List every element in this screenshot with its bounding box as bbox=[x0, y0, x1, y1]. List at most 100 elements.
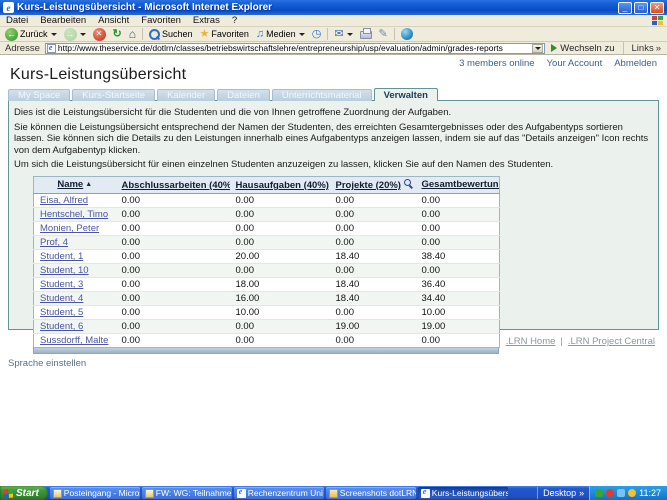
student-link[interactable]: Prof, 4 bbox=[40, 237, 68, 248]
back-dropdown-icon[interactable] bbox=[51, 33, 57, 36]
tab-dateien[interactable]: Dateien bbox=[217, 89, 270, 101]
tray-icon[interactable] bbox=[617, 489, 625, 497]
address-dropdown-button[interactable] bbox=[532, 44, 543, 53]
table-row: Student, 4 0.00 16.00 18.40 34.40 bbox=[34, 291, 500, 305]
grade-cell: 0.00 bbox=[330, 333, 416, 347]
menu-item-ansicht[interactable]: Ansicht bbox=[92, 15, 135, 26]
tray-icon[interactable] bbox=[628, 489, 636, 497]
minimize-button[interactable] bbox=[618, 2, 632, 14]
instruction-line: Um sich die Leistungsübersicht für einen… bbox=[14, 159, 650, 171]
taskbar-task-mail-message[interactable]: FW: WG: Teilnahme v... bbox=[142, 487, 232, 499]
media-dropdown-icon[interactable] bbox=[299, 33, 305, 36]
print-button[interactable] bbox=[357, 27, 375, 41]
column-header-gesamtbewertung[interactable]: Gesamtbewertung bbox=[416, 176, 500, 193]
desktop-toolbar[interactable]: Desktop » bbox=[537, 487, 589, 499]
search-button[interactable]: Suchen bbox=[146, 27, 196, 41]
home-icon bbox=[129, 28, 136, 41]
grade-cell: 0.00 bbox=[116, 277, 230, 291]
student-link[interactable]: Student, 3 bbox=[40, 279, 83, 290]
start-button[interactable]: Start bbox=[0, 486, 48, 500]
taskbar-task-kurs-leistungsuebersicht[interactable]: Kurs-Leistungsübersic... bbox=[418, 487, 508, 499]
windows-flag-icon bbox=[4, 488, 13, 498]
grade-cell: 18.40 bbox=[330, 277, 416, 291]
toolbar-separator bbox=[394, 28, 395, 40]
tray-icon[interactable] bbox=[606, 489, 614, 497]
tab-my-space[interactable]: My Space bbox=[8, 89, 70, 101]
ie-app-icon bbox=[421, 489, 430, 498]
back-button[interactable]: Zurück bbox=[2, 27, 60, 41]
portal-footer: .LRN Home | .LRN Project Central bbox=[506, 336, 655, 347]
home-button[interactable] bbox=[126, 27, 139, 41]
maximize-button[interactable] bbox=[634, 2, 648, 14]
student-link[interactable]: Student, 10 bbox=[40, 265, 89, 276]
student-link[interactable]: Eisa, Alfred bbox=[40, 195, 88, 206]
messenger-button[interactable] bbox=[398, 27, 416, 41]
student-link[interactable]: Student, 6 bbox=[40, 321, 83, 332]
history-button[interactable] bbox=[309, 27, 325, 41]
logout-link[interactable]: Abmelden bbox=[614, 58, 657, 69]
mail-dropdown-icon[interactable] bbox=[347, 33, 353, 36]
lrn-project-central-link[interactable]: .LRN Project Central bbox=[568, 336, 655, 347]
column-header-hausaufgaben[interactable]: Hausaufgaben (40%) bbox=[230, 176, 330, 193]
grade-cell: 0.00 bbox=[116, 319, 230, 333]
details-magnifier-icon[interactable] bbox=[404, 179, 414, 189]
go-button[interactable]: Wechseln zu bbox=[548, 43, 617, 54]
favorites-button[interactable]: Favoriten bbox=[197, 27, 252, 41]
tab-kalender[interactable]: Kalender bbox=[157, 89, 215, 101]
tab-verwalten[interactable]: Verwalten bbox=[374, 88, 438, 101]
student-link[interactable]: Student, 5 bbox=[40, 307, 83, 318]
refresh-button[interactable] bbox=[110, 27, 125, 41]
grade-cell: 0.00 bbox=[116, 305, 230, 319]
address-input[interactable] bbox=[58, 44, 530, 53]
edit-button[interactable] bbox=[376, 27, 391, 41]
refresh-icon bbox=[113, 29, 122, 40]
column-header-abschlussarbeiten[interactable]: Abschlussarbeiten (40%) bbox=[116, 176, 230, 193]
language-settings-link[interactable]: Sprache einstellen bbox=[8, 358, 86, 369]
go-icon bbox=[551, 44, 557, 52]
forward-dropdown-icon[interactable] bbox=[80, 33, 86, 36]
grade-cell: 19.00 bbox=[330, 319, 416, 333]
print-icon bbox=[360, 31, 372, 39]
taskbar-task-outlook[interactable]: Posteingang - Micros... bbox=[50, 487, 140, 499]
close-button[interactable] bbox=[650, 2, 664, 14]
clock[interactable]: 11:27 bbox=[639, 488, 661, 498]
student-link[interactable]: Student, 4 bbox=[40, 293, 83, 304]
browser-toolbar: Zurück Suchen Favoriten Medien bbox=[0, 27, 667, 42]
links-label: Links bbox=[632, 43, 654, 54]
grade-cell: 38.40 bbox=[416, 249, 500, 263]
student-link[interactable]: Hentschel, Timo bbox=[40, 209, 108, 220]
tab-kurs-startseite[interactable]: Kurs-Startseite bbox=[72, 89, 155, 101]
forward-button[interactable] bbox=[61, 27, 89, 41]
stop-button[interactable] bbox=[90, 27, 109, 41]
portal-tabs: My Space Kurs-Startseite Kalender Dateie… bbox=[8, 88, 438, 101]
taskbar-task-rechenzentrum[interactable]: Rechenzentrum Uni K... bbox=[234, 487, 324, 499]
your-account-link[interactable]: Your Account bbox=[547, 58, 603, 69]
column-header-projekte[interactable]: Projekte (20%) bbox=[330, 176, 416, 193]
desktop-chevron-icon: » bbox=[579, 488, 584, 498]
menu-item-bearbeiten[interactable]: Bearbeiten bbox=[34, 15, 92, 26]
grade-cell: 10.00 bbox=[230, 305, 330, 319]
menu-item-favoriten[interactable]: Favoriten bbox=[135, 15, 187, 26]
go-label: Wechseln zu bbox=[560, 43, 614, 54]
student-link[interactable]: Sussdorff, Malte bbox=[40, 335, 108, 346]
forward-icon bbox=[64, 28, 77, 41]
student-link[interactable]: Monien, Peter bbox=[40, 223, 99, 234]
menu-item-help[interactable]: ? bbox=[226, 15, 243, 26]
links-toolbar[interactable]: Links » bbox=[629, 43, 664, 54]
media-button[interactable]: Medien bbox=[253, 27, 308, 41]
taskbar-task-screenshots[interactable]: Screenshots dotLRN... bbox=[326, 487, 416, 499]
lrn-home-link[interactable]: .LRN Home bbox=[506, 336, 556, 347]
members-online-link[interactable]: 3 members online bbox=[459, 58, 535, 69]
media-label: Medien bbox=[266, 29, 296, 39]
mail-icon bbox=[334, 29, 343, 40]
menu-item-extras[interactable]: Extras bbox=[187, 15, 226, 26]
column-header-name[interactable]: Name▲ bbox=[34, 176, 116, 193]
tray-icon[interactable] bbox=[595, 489, 603, 497]
grade-cell: 0.00 bbox=[230, 333, 330, 347]
mail-button[interactable] bbox=[331, 27, 355, 41]
tab-unterrichtsmaterial[interactable]: Unterrichtsmaterial bbox=[272, 89, 372, 101]
history-icon bbox=[312, 29, 322, 40]
table-header-row: Name▲ Abschlussarbeiten (40%) Hausaufgab… bbox=[34, 176, 500, 193]
menu-item-datei[interactable]: Datei bbox=[0, 15, 34, 26]
student-link[interactable]: Student, 1 bbox=[40, 251, 83, 262]
